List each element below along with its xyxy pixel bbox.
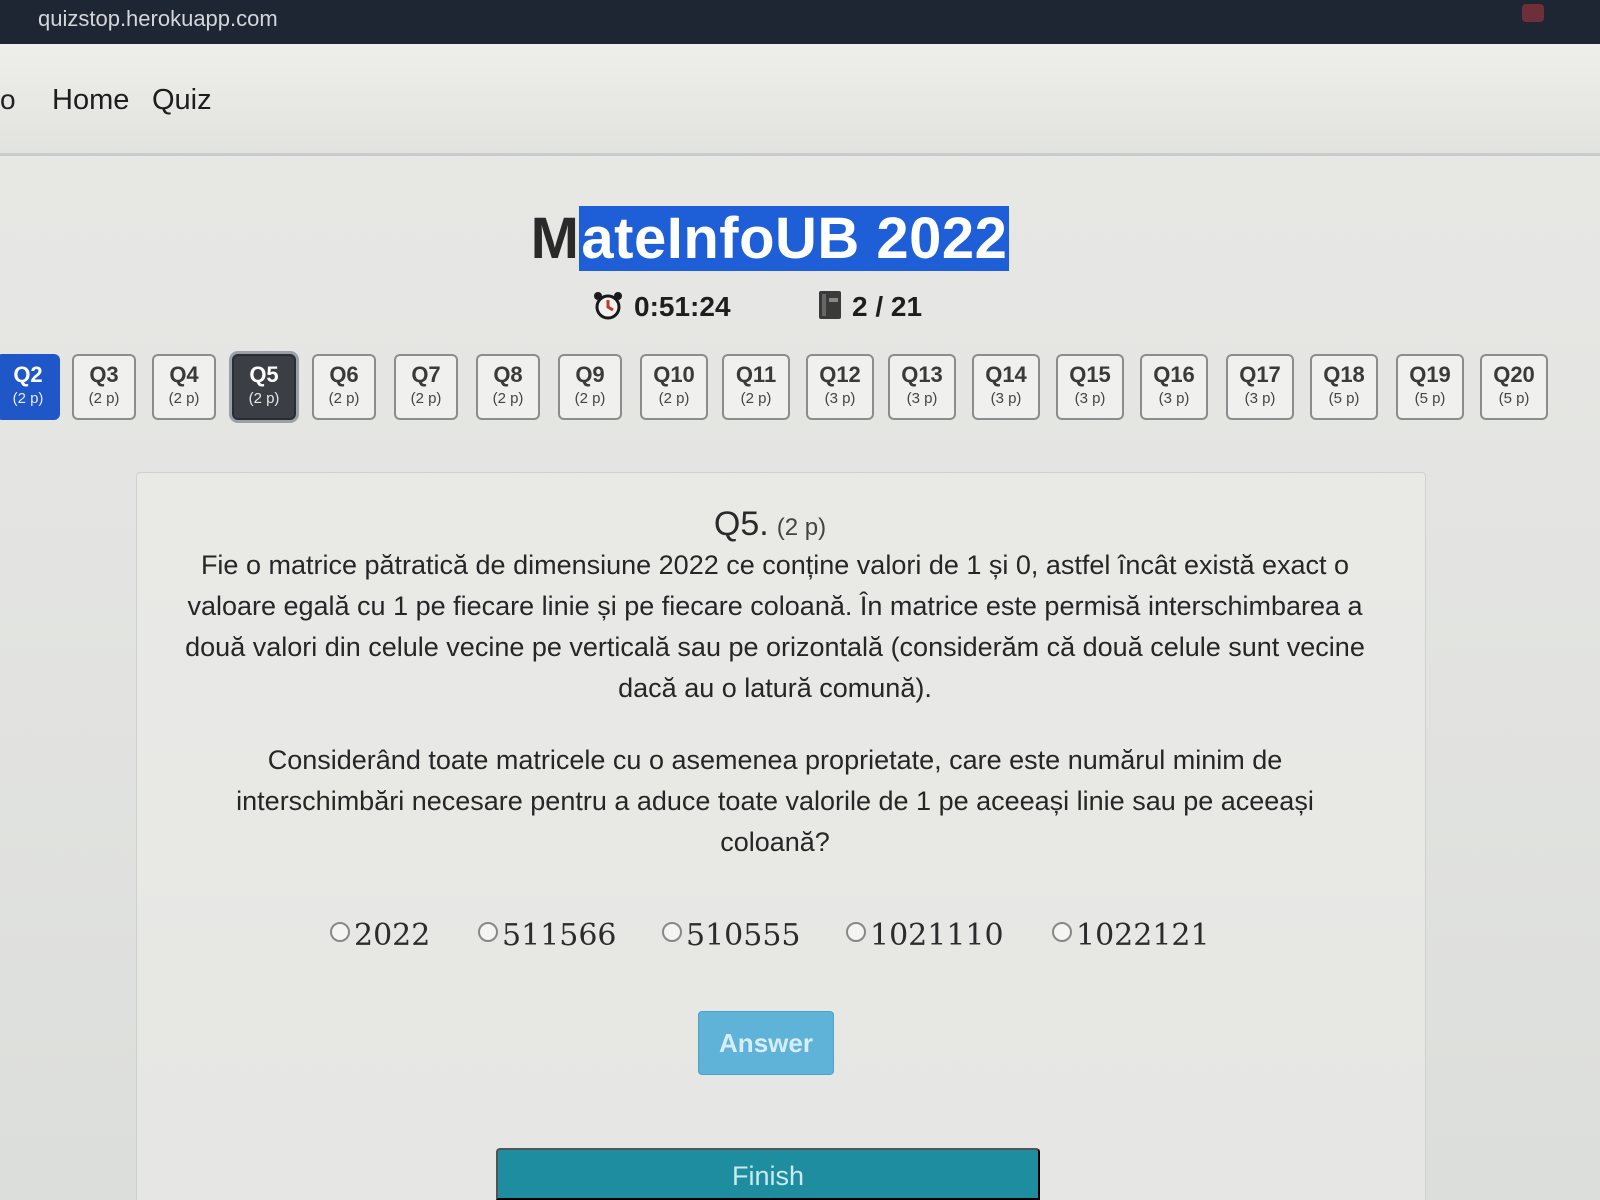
option-5[interactable]: 1022121 (1052, 918, 1210, 953)
progress-value: 2 / 21 (852, 291, 923, 322)
question-nav-button-q7[interactable]: Q7 (2 p) (394, 354, 458, 420)
radio-icon[interactable] (330, 922, 350, 942)
question-nav-button-q12[interactable]: Q12 (3 p) (806, 354, 874, 420)
question-nav-button-q17[interactable]: Q17 (3 p) (1226, 354, 1294, 420)
question-nav-button-q20[interactable]: Q20 (5 p) (1480, 354, 1548, 420)
question-nav-points: (2 p) (740, 390, 772, 407)
quiz-title-selected: ateInfoUB 2022 (579, 206, 1010, 271)
option-1[interactable]: 2022 (330, 918, 430, 953)
question-nav-label: Q11 (735, 362, 777, 387)
question-nav-button-q10[interactable]: Q10 (2 p) (640, 354, 708, 420)
timer: 0:51:24 (592, 290, 731, 327)
question-nav-button-q16[interactable]: Q16 (3 p) (1140, 354, 1208, 420)
question-nav-points: (3 p) (824, 390, 856, 407)
question-nav-button-q8[interactable]: Q8 (2 p) (476, 354, 540, 420)
option-label: 1021110 (870, 918, 1004, 953)
option-label: 510555 (686, 918, 801, 953)
question-nav-button-q13[interactable]: Q13 (3 p) (888, 354, 956, 420)
option-label: 511566 (502, 918, 617, 953)
question-nav-label: Q2 (13, 362, 43, 387)
question-nav-points: (2 p) (574, 390, 606, 407)
radio-icon[interactable] (478, 922, 498, 942)
question-nav-button-q15[interactable]: Q15 (3 p) (1056, 354, 1124, 420)
top-navbar: o Home Quiz (0, 44, 1600, 156)
question-nav-points: (3 p) (1074, 390, 1106, 407)
navbar-brand[interactable]: o (0, 84, 16, 116)
alarm-clock-icon (592, 290, 624, 327)
question-nav-points: (2 p) (88, 390, 120, 407)
quiz-title-wrap: MateInfoUB 2022 (0, 205, 1540, 272)
timer-value: 0:51:24 (634, 291, 731, 322)
question-nav-label: Q13 (901, 362, 943, 387)
question-number: Q5. (713, 505, 769, 543)
question-nav-label: Q12 (819, 362, 861, 387)
option-label: 2022 (354, 918, 431, 953)
question-nav-label: Q18 (1323, 362, 1365, 387)
question-nav-points: (2 p) (658, 390, 690, 407)
question-nav-points: (5 p) (1414, 390, 1446, 407)
question-nav-label: Q16 (1153, 362, 1195, 387)
question-paragraph-1: Fie o matrice pătratică de dimensiune 20… (185, 550, 1365, 703)
radio-icon[interactable] (846, 922, 866, 942)
question-nav-label: Q4 (169, 362, 199, 387)
question-nav-points: (2 p) (328, 390, 360, 407)
option-4[interactable]: 1021110 (846, 918, 1004, 953)
quiz-title-plain: M (530, 206, 580, 271)
question-nav-button-q2[interactable]: Q2 (2 p) (0, 354, 60, 420)
nav-link-home[interactable]: Home (52, 84, 129, 117)
question-nav-label: Q15 (1069, 362, 1111, 387)
question-nav-label: Q17 (1239, 362, 1281, 387)
option-2[interactable]: 511566 (478, 918, 617, 953)
question-nav-label: Q8 (493, 362, 523, 387)
browser-address-bar: quizstop.herokuapp.com (0, 0, 1600, 44)
question-nav-points: (3 p) (990, 390, 1022, 407)
question-nav-points: (3 p) (906, 390, 938, 407)
extension-icon[interactable] (1522, 4, 1544, 22)
option-label: 1022121 (1076, 918, 1210, 953)
question-nav-points: (3 p) (1244, 390, 1276, 407)
answer-button[interactable]: Answer (698, 1011, 834, 1075)
question-title: Q5. (2 p) (0, 505, 1540, 544)
question-nav-label: Q19 (1409, 362, 1451, 387)
quiz-title: MateInfoUB 2022 (531, 205, 1010, 272)
question-nav-label: Q6 (329, 362, 359, 387)
question-nav-button-q4[interactable]: Q4 (2 p) (152, 354, 216, 420)
question-nav-button-q11[interactable]: Q11 (2 p) (722, 354, 790, 420)
question-points: (2 p) (776, 514, 827, 541)
question-nav: Q2 (2 p) Q3 (2 p) Q4 (2 p) Q5 (2 p) Q6 (2 p) Q7 (2 … (0, 354, 1600, 424)
nav-link-quiz[interactable]: Quiz (152, 84, 212, 117)
question-progress: 2 / 21 (818, 290, 922, 327)
question-nav-points: (2 p) (168, 390, 200, 407)
option-3[interactable]: 510555 (662, 918, 801, 953)
question-paragraph-2: Considerând toate matricele cu o asemene… (236, 745, 1314, 857)
question-nav-button-q18[interactable]: Q18 (5 p) (1310, 354, 1378, 420)
question-nav-points: (2 p) (248, 390, 280, 407)
question-nav-button-q6[interactable]: Q6 (2 p) (312, 354, 376, 420)
question-nav-points: (2 p) (410, 390, 442, 407)
question-nav-button-q5[interactable]: Q5 (2 p) (232, 354, 296, 420)
radio-icon[interactable] (1052, 922, 1072, 942)
question-nav-points: (5 p) (1328, 390, 1360, 407)
radio-icon[interactable] (662, 922, 682, 942)
question-nav-label: Q10 (653, 362, 695, 387)
question-nav-label: Q14 (985, 362, 1027, 387)
url-text[interactable]: quizstop.herokuapp.com (38, 6, 278, 32)
question-nav-label: Q9 (575, 362, 605, 387)
question-nav-points: (5 p) (1498, 390, 1530, 407)
notebook-icon (818, 290, 842, 327)
question-nav-label: Q7 (411, 362, 441, 387)
finish-button[interactable]: Finish (496, 1148, 1040, 1200)
question-nav-label: Q20 (1493, 362, 1535, 387)
question-nav-points: (2 p) (12, 390, 44, 407)
question-nav-points: (2 p) (492, 390, 524, 407)
question-nav-label: Q3 (89, 362, 119, 387)
question-nav-button-q19[interactable]: Q19 (5 p) (1396, 354, 1464, 420)
question-nav-button-q14[interactable]: Q14 (3 p) (972, 354, 1040, 420)
question-nav-label: Q5 (249, 362, 279, 387)
question-nav-button-q9[interactable]: Q9 (2 p) (558, 354, 622, 420)
answer-options: 2022 511566 510555 1021110 1022121 (330, 918, 1230, 968)
question-nav-button-q3[interactable]: Q3 (2 p) (72, 354, 136, 420)
question-nav-points: (3 p) (1158, 390, 1190, 407)
